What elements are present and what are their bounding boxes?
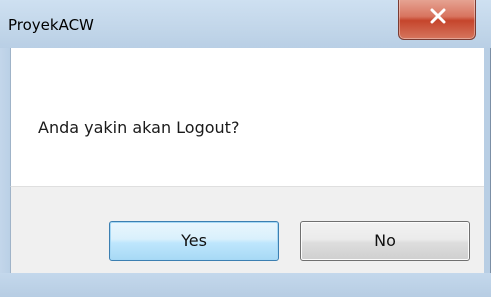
window-title: ProyekACW xyxy=(8,16,94,34)
window-frame-right xyxy=(483,48,490,273)
confirm-message: Anda yakin akan Logout? xyxy=(38,118,240,137)
close-icon xyxy=(430,8,446,24)
window-frame-left xyxy=(0,48,10,273)
close-button[interactable] xyxy=(398,0,476,40)
no-button[interactable]: No xyxy=(300,221,470,261)
yes-button[interactable]: Yes xyxy=(109,221,279,261)
title-bar[interactable]: ProyekACW xyxy=(0,0,491,48)
message-area: Anda yakin akan Logout? xyxy=(10,48,484,186)
dialog-window: ProyekACW Anda yakin akan Logout? Yes No xyxy=(0,0,491,297)
button-bar: Yes No xyxy=(10,186,484,274)
window-frame-bottom xyxy=(0,273,491,297)
